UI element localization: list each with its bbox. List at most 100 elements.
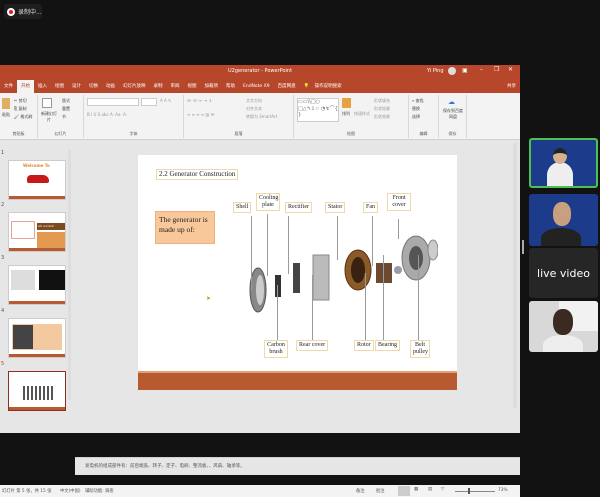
replace-button[interactable]: 替换 — [412, 106, 420, 112]
label-cooling-plate: Cooling plate — [256, 193, 280, 211]
paragraph-group: ☰· ☰· ⇤ ⇥ ↕· ≡ ≡ ≡ ≡ ▥ ☰· 文字方向 对齐文本 转换为 … — [184, 95, 294, 138]
thumbnail-slide-4[interactable] — [8, 318, 66, 358]
avatar[interactable] — [448, 67, 456, 75]
font-grow-shrink[interactable]: A A ✎ — [160, 98, 171, 103]
ribbon-display-icon[interactable]: ▣ — [462, 67, 468, 74]
arrange-button[interactable]: 排列 — [342, 111, 350, 117]
section-button[interactable]: 节 — [62, 114, 66, 120]
paste-button[interactable]: 粘贴 — [2, 112, 10, 118]
slideshow-button[interactable]: ▽ — [441, 487, 444, 492]
save-baidu-button[interactable]: 保存到百度网盘 — [442, 108, 464, 120]
tab-view[interactable]: 视图 — [184, 83, 201, 93]
recording-indicator[interactable]: 录制中... — [4, 4, 42, 19]
accessibility-status[interactable]: 辅助功能: 调查 — [85, 488, 114, 494]
slide-sorter-button[interactable]: ▦ — [414, 487, 418, 492]
notes-button[interactable]: 备注 — [356, 488, 365, 494]
ribbon: 粘贴 ✂ 剪切 ⎘ 复制 🖌 格式刷 剪贴板 新建幻灯片 版式 重置 节 幻灯片… — [0, 93, 520, 140]
format-painter-button[interactable]: 🖌 格式刷 — [14, 114, 32, 120]
normal-view-button[interactable] — [398, 486, 410, 496]
group-label: 字体 — [129, 131, 138, 136]
thumbnail-slide-1[interactable]: Welcome To — [8, 160, 66, 200]
thumb-diagram — [11, 221, 35, 239]
video-participant-1[interactable] — [529, 138, 598, 188]
label-rectifier: Rectifier — [285, 202, 312, 213]
intro-text-box: The generator is made up of: — [155, 211, 215, 244]
new-slide-button[interactable]: 新建幻灯片 — [40, 111, 58, 123]
label-shell: Shell — [233, 202, 252, 213]
shape-fill-button[interactable]: 形状填充 — [374, 98, 390, 104]
font-size-select[interactable] — [141, 98, 157, 106]
tab-help[interactable]: 帮助 — [222, 83, 239, 93]
font-group: A A ✎ B I U S abc A· Aa· A· 字体 — [84, 95, 184, 138]
shapes-gallery[interactable]: ▭▭\\□○ □△↰⇩☆ ◔↯⌒{ } — [297, 98, 339, 122]
select-button[interactable]: 选择 — [412, 114, 420, 120]
comments-button[interactable]: 批注 — [376, 488, 385, 494]
slide-title: 2.2 Generator Construction — [156, 169, 239, 180]
tab-insert[interactable]: 插入 — [34, 83, 51, 93]
font-name-select[interactable] — [87, 98, 139, 106]
thumbnail-slide-2[interactable]: AS current — [8, 212, 66, 252]
panel-resize-handle[interactable] — [522, 240, 524, 254]
cut-button[interactable]: ✂ 剪切 — [14, 98, 27, 104]
zoom-slider-thumb[interactable] — [468, 488, 470, 494]
video-live[interactable]: live video — [529, 248, 598, 298]
list-buttons[interactable]: ☰· ☰· ⇤ ⇥ ↕· — [187, 98, 213, 103]
smartart-button[interactable]: 转换为 SmartArt — [246, 114, 277, 120]
video-participant-4[interactable] — [529, 301, 598, 352]
car-image — [27, 175, 49, 183]
copy-button[interactable]: ⎘ 复制 — [14, 106, 26, 112]
tab-draw[interactable]: 绘图 — [51, 83, 68, 93]
video-participant-2[interactable] — [529, 194, 598, 246]
drawing-group: ▭▭\\□○ □△↰⇩☆ ◔↯⌒{ } 排列 快速样式 形状填充 形状轮廓 形状… — [294, 95, 409, 138]
user-name[interactable]: Yi Ping — [427, 68, 444, 74]
reading-view-button[interactable]: ▤ — [428, 487, 432, 492]
quick-styles-button[interactable]: 快速样式 — [354, 111, 370, 117]
align-buttons[interactable]: ≡ ≡ ≡ ≡ ▥ ☰· — [187, 112, 215, 117]
tell-me-label: 操作说明搜索 — [314, 84, 342, 89]
share-button[interactable]: 共享 — [503, 83, 520, 93]
label-stator: Stator — [325, 202, 346, 213]
language[interactable]: 中文(中国) — [60, 488, 81, 494]
tell-me-search[interactable]: 💡 操作说明搜索 — [300, 83, 350, 93]
tab-record[interactable]: 录制 — [150, 83, 167, 93]
text-direction-button[interactable]: 文字方向 — [246, 98, 262, 104]
restore-button[interactable]: ❐ — [494, 66, 499, 73]
participant-head — [553, 202, 571, 226]
ribbon-tabs: 文件 开始 插入 绘图 设计 切换 动画 幻灯片放映 录制 审阅 视图 加载项 … — [0, 78, 520, 93]
group-label: 编辑 — [419, 131, 428, 136]
group-label: 幻灯片 — [54, 131, 67, 136]
speaker-notes[interactable]: 发电机的组成部件有：前后端盖、转子、定子、电刷、整流板、、风扇、轴承等。 — [75, 457, 520, 475]
thumbnail-scrollbar[interactable] — [68, 150, 71, 400]
tab-review[interactable]: 审阅 — [167, 83, 184, 93]
font-format-buttons[interactable]: B I U S abc A· Aa· A· — [87, 112, 127, 117]
shape-effects-button[interactable]: 形状效果 — [374, 114, 390, 120]
layout-button[interactable]: 版式 — [62, 98, 70, 104]
tab-transitions[interactable]: 切换 — [85, 83, 102, 93]
tab-slideshow[interactable]: 幻灯片放映 — [119, 83, 150, 93]
thumb-engine-image — [11, 270, 35, 290]
zoom-level[interactable]: 73% — [498, 488, 508, 493]
close-button[interactable]: ✕ — [508, 66, 513, 73]
tab-file[interactable]: 文件 — [0, 83, 17, 93]
minimize-button[interactable]: – — [480, 66, 483, 73]
thumb-dark-image — [39, 270, 65, 290]
participant-head — [553, 148, 567, 164]
tab-baidu[interactable]: 百度网盘 — [274, 83, 300, 93]
align-text-button[interactable]: 对齐文本 — [246, 106, 262, 112]
thumbnail-slide-5-selected[interactable] — [8, 371, 66, 411]
group-label: 段落 — [234, 131, 243, 136]
slide-scrollbar[interactable] — [513, 143, 517, 408]
shape-outline-button[interactable]: 形状轮廓 — [374, 106, 390, 112]
slide-thumbnails: 1 Welcome To 2 AS current 3 4 5 — [0, 140, 75, 411]
tab-endnote[interactable]: EndNote X9 — [239, 84, 274, 93]
find-button[interactable]: ⌕ 查找 — [412, 98, 424, 104]
reset-button[interactable]: 重置 — [62, 106, 70, 112]
tab-design[interactable]: 设计 — [68, 83, 85, 93]
tab-addins[interactable]: 加载项 — [201, 83, 223, 93]
zoom-slider[interactable] — [455, 491, 495, 492]
label-fan: Fan — [363, 202, 378, 213]
thumbnail-slide-3[interactable] — [8, 265, 66, 305]
slide-canvas[interactable]: 2.2 Generator Construction The generator… — [138, 155, 457, 390]
tab-animations[interactable]: 动画 — [102, 83, 119, 93]
tab-home[interactable]: 开始 — [17, 80, 34, 93]
